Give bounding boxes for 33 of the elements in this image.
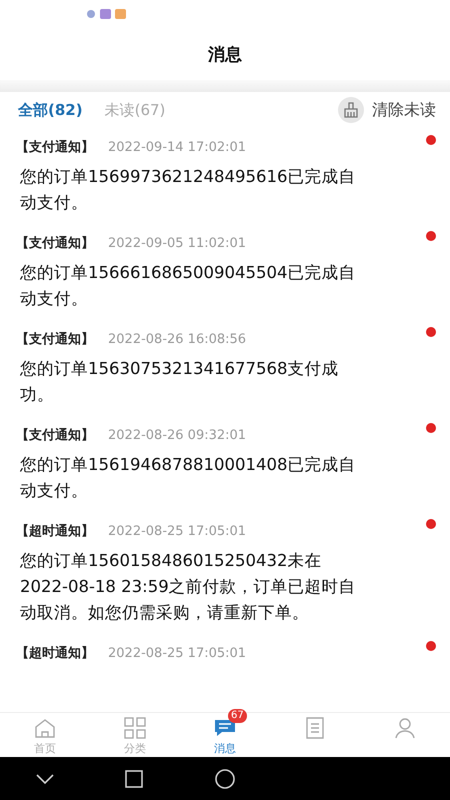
message-category: 【支付通知】 (16, 139, 94, 156)
message-time: 2022-08-26 16:08:56 (108, 332, 248, 346)
message-text: 您的订单1569973621248495616已完成自动支付。 (20, 166, 356, 214)
filter-tab[interactable]: 全部(82) (18, 100, 83, 120)
message-category: 【超时通知】 (16, 523, 94, 540)
message-time: 2022-08-25 17:05:01 (108, 524, 248, 538)
message-category: 【支付通知】 (16, 331, 94, 348)
message-category: 【支付通知】 (16, 235, 94, 252)
message-time: 2022-09-05 11:02:01 (108, 236, 248, 250)
grid-icon (124, 717, 146, 739)
user-icon (394, 717, 416, 739)
nav-tab[interactable]: 首页 (0, 713, 90, 757)
clear-unread-button[interactable]: 清除未读 (372, 100, 436, 120)
message-text: 您的订单1561946878810001408已完成自动支付。 (20, 454, 356, 502)
home-icon (34, 718, 56, 738)
filter-tab[interactable]: 未读(67) (104, 100, 166, 120)
recents-icon[interactable] (125, 770, 144, 788)
document-icon (306, 717, 324, 739)
message-category: 【超时通知】 (16, 645, 94, 662)
page-title: 消息 (208, 44, 242, 66)
back-icon[interactable] (36, 774, 54, 784)
unread-badge: 67 (228, 709, 247, 723)
broom-icon (338, 97, 364, 123)
message-text: 您的订单1566616865009045504已完成自动支付。 (20, 262, 356, 310)
message-time: 2022-09-14 17:02:01 (108, 140, 248, 154)
message-category: 【支付通知】 (16, 427, 94, 444)
home-button-icon[interactable] (214, 768, 235, 788)
message-time: 2022-08-26 09:32:01 (108, 428, 248, 442)
message-text: 您的订单1560158486015250432未在2022-08-18 23:59之前付款，订单已超时自动取消。如您仍需采购，请重新下单。 (20, 550, 357, 624)
message-text: 您的订单1563075321341677568支付成功。 (20, 358, 340, 406)
nav-tab[interactable]: 分类 (90, 713, 180, 757)
message-time: 2022-08-25 17:05:01 (108, 646, 248, 660)
chat-icon (214, 718, 236, 738)
